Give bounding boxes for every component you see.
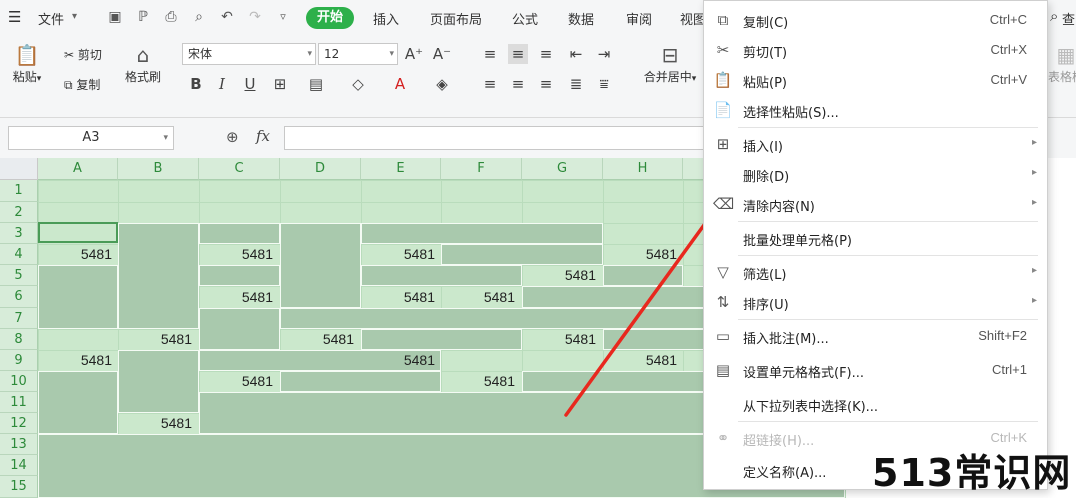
menu-item-insert-comment[interactable]: ▭ 插入批注(M)... Shift+F2 [704,321,1047,351]
menu-item-insert[interactable]: ⊞ 插入(I) ▸ [704,129,1047,159]
menu-item-clear-contents[interactable]: ⌫ 清除内容(N) ▸ [704,189,1047,219]
menu-separator [738,421,1038,422]
submenu-arrow-icon: ▸ [1031,167,1037,178]
submenu-arrow-icon: ▸ [1031,265,1037,276]
menu-separator [738,221,1038,222]
menu-item-filter[interactable]: ▽ 筛选(L) ▸ [704,257,1047,287]
submenu-arrow-icon: ▸ [1031,137,1037,148]
comment-icon: ▭ [715,327,731,345]
sort-icon: ⇅ [716,293,730,311]
copy-icon: ⧉ [717,11,729,29]
insert-icon: ⊞ [716,135,730,153]
submenu-arrow-icon: ▸ [1031,295,1037,306]
filter-icon: ▽ [717,263,729,281]
menu-item-paste[interactable]: 📋 粘贴(P) Ctrl+V [704,65,1047,95]
menu-separator [738,255,1038,256]
menu-item-batch-process[interactable]: 批量处理单元格(P) [704,223,1047,253]
menu-separator [738,319,1038,320]
paste-special-icon: 📄 [713,101,733,119]
submenu-arrow-icon: ▸ [1031,197,1037,208]
context-menu: ⧉ 复制(C) Ctrl+C ✂ 剪切(T) Ctrl+X 📋 粘贴(P) Ct… [703,0,1048,490]
menu-item-copy[interactable]: ⧉ 复制(C) Ctrl+C [704,5,1047,35]
menu-item-delete[interactable]: 删除(D) ▸ [704,159,1047,189]
menu-item-cut[interactable]: ✂ 剪切(T) Ctrl+X [704,35,1047,65]
menu-item-format-cells[interactable]: ▤ 设置单元格格式(F)... Ctrl+1 [704,355,1047,385]
menu-separator [738,127,1038,128]
link-icon: ⚭ [716,429,730,447]
format-cells-icon: ▤ [715,361,731,379]
menu-item-sort[interactable]: ⇅ 排序(U) ▸ [704,287,1047,317]
paste-icon: 📋 [713,71,733,89]
menu-item-paste-special[interactable]: 📄 选择性粘贴(S)... [704,95,1047,125]
menu-item-pick-from-list[interactable]: 从下拉列表中选择(K)... [704,389,1047,419]
cut-icon: ✂ [716,41,730,59]
spreadsheet-app: ☰ 文件 ▾ ▣ ℙ ⎙ ⌕ ↶ ↷ ▿ 开始 插入 页面布局 公式 数据 审阅… [0,0,1076,498]
eraser-icon: ⌫ [713,195,735,213]
watermark: 513常识网 [872,451,1072,495]
